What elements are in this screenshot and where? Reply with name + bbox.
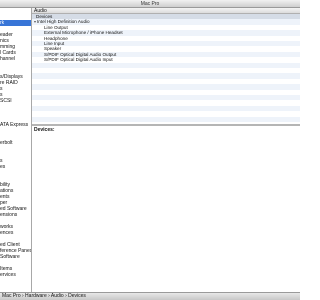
table-row[interactable] (32, 116, 300, 122)
row-label: External Microphone / iPhone Headset (44, 30, 123, 36)
content-table[interactable]: Audio Devices Intel High Definition Audio… (32, 8, 300, 124)
detail-heading: Devices: (34, 127, 55, 133)
row-label: Devices (36, 14, 53, 19)
detail-pane: Devices: (32, 126, 300, 292)
row-label: Intel High Definition Audio (37, 19, 90, 25)
row-label: Line Output (44, 24, 68, 30)
row-label: Speaker (44, 46, 62, 52)
sidebar-item[interactable]: ervices (0, 272, 31, 278)
title-bar: Mac Pro (0, 0, 300, 8)
path-bar: Mac Pro › Hardware › Audio › Devices (0, 292, 300, 300)
window-title: Mac Pro (140, 1, 160, 7)
row-label: S/PDIF Optical Digital Audio Output (44, 51, 117, 57)
row-label: S/PDIF Optical Digital Audio Input (44, 57, 113, 63)
disclosure-triangle-icon[interactable] (34, 21, 36, 24)
sidebar[interactable]: rk eader nics mming l Cards hannel s/Displays r… (0, 8, 32, 292)
row-label: Headphone (44, 35, 68, 41)
row-label: Line Input (44, 41, 65, 46)
